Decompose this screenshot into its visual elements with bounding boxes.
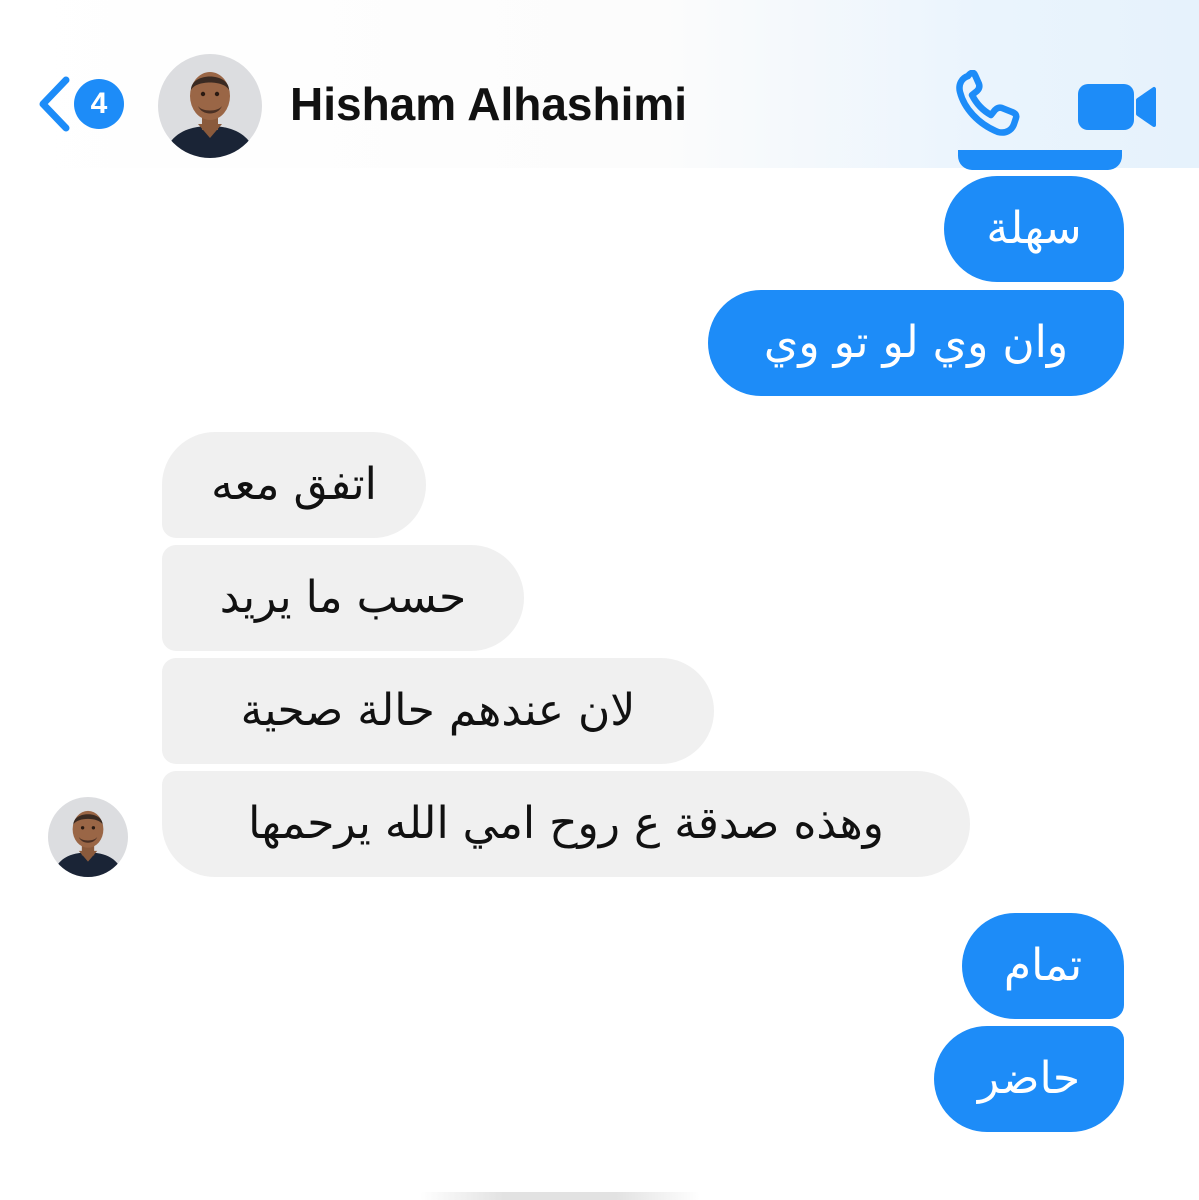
call-button[interactable] [952,69,1028,138]
message-bubble-received[interactable]: لان عندهم حالة صحية [162,658,714,764]
message-bubble-received[interactable]: اتفق معه [162,432,426,538]
message-bubble-sent[interactable]: سهلة [944,176,1124,282]
message-bubble-sent[interactable]: وان وي لو تو وي [708,290,1124,396]
sender-avatar[interactable] [48,797,128,877]
message-bubble-sent[interactable]: تمام [962,913,1124,1019]
contact-avatar[interactable] [158,54,262,158]
message-bubble-received[interactable]: وهذه صدقة ع روح امي الله يرحمها [162,771,970,877]
chevron-left-icon [39,76,70,132]
unread-count-badge: 4 [74,79,124,129]
video-camera-icon [1078,84,1156,130]
bottom-indicator [420,1192,700,1200]
message-bubble-received[interactable]: حسب ما يريد [162,545,524,651]
contact-name[interactable]: Hisham Alhashimi [290,76,687,132]
back-button[interactable]: 4 [28,68,128,140]
chat-header: 4 Hisham Alhashimi [0,0,1199,168]
message-bubble-partial [958,150,1122,170]
message-bubble-sent[interactable]: حاضر [934,1026,1124,1132]
phone-icon [956,69,1020,136]
video-call-button[interactable] [1074,80,1160,134]
